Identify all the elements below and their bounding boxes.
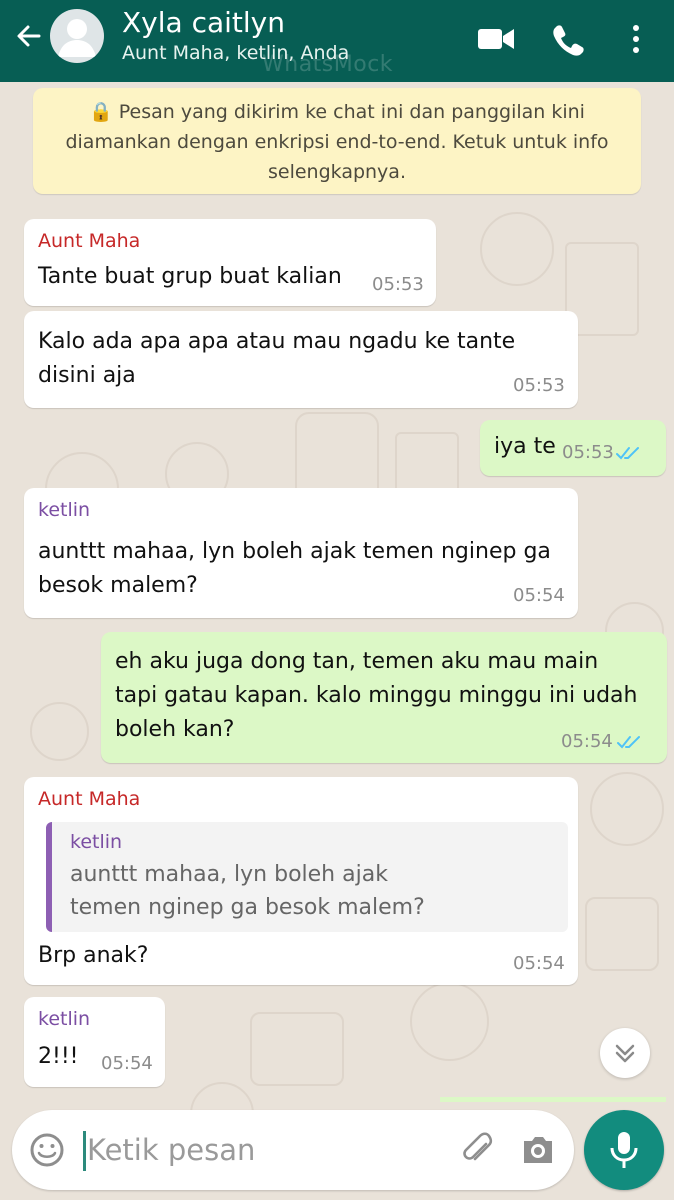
message-text: Tante buat grup buat kalian [38, 264, 342, 289]
message-time: 05:54 [101, 1053, 153, 1074]
message-time: 05:54 [513, 953, 565, 974]
quoted-text: aunttt mahaa, lyn boleh ajak temen ngine… [70, 862, 425, 920]
camera-icon[interactable] [518, 1131, 558, 1169]
quoted-message[interactable]: ketlin aunttt mahaa, lyn boleh ajak teme… [46, 822, 568, 932]
chevron-down-icon [615, 1044, 635, 1063]
more-icon[interactable] [618, 21, 654, 57]
message-input[interactable]: Ketik pesan [87, 1130, 255, 1170]
message-time: 05:53 [513, 375, 565, 396]
sender-name: Aunt Maha [38, 788, 141, 810]
mic-icon [610, 1132, 638, 1168]
message-text: eh aku juga dong tan, temen aku mau main… [115, 649, 638, 742]
message-time: 05:54 [513, 585, 565, 606]
sender-name: Aunt Maha [38, 230, 141, 252]
message-text: iya te [494, 434, 556, 459]
phone-icon[interactable] [548, 21, 588, 57]
message-text: 2!!! [38, 1044, 79, 1069]
avatar[interactable] [50, 9, 104, 63]
encryption-notice[interactable]: 🔒 Pesan yang dikirim ke chat ini dan pan… [33, 88, 641, 194]
text-caret [83, 1131, 86, 1171]
scroll-down-button[interactable] [600, 1028, 650, 1078]
message-time: 05:53 [372, 274, 424, 295]
watermark: WhatsMock [262, 52, 394, 77]
read-ticks-icon [616, 447, 639, 460]
message-text: aunttt mahaa, lyn boleh ajak temen ngine… [38, 539, 551, 598]
message-text: Kalo ada apa apa atau mau ngadu ke tante… [38, 329, 516, 388]
message-time: 05:54 [561, 731, 613, 752]
notice-text: 🔒 Pesan yang dikirim ke chat ini dan pan… [65, 101, 609, 183]
back-arrow-icon[interactable] [12, 20, 44, 52]
message-composer[interactable]: Ketik pesan [12, 1110, 574, 1190]
chat-header: Xyla caitlyn Aunt Maha, ketlin, Anda Wha… [0, 0, 674, 82]
emoji-icon[interactable] [29, 1132, 65, 1168]
sender-name: ketlin [38, 499, 91, 521]
chat-title[interactable]: Xyla caitlyn [122, 6, 285, 40]
next-message-edge [440, 1097, 666, 1102]
read-ticks-icon [617, 736, 640, 749]
message-time: 05:53 [562, 442, 614, 463]
message-bubble[interactable]: Kalo ada apa apa atau mau ngadu ke tante… [24, 311, 578, 408]
attach-icon[interactable] [458, 1130, 498, 1170]
message-bubble[interactable]: ketlin aunttt mahaa, lyn boleh ajak teme… [24, 488, 578, 618]
message-bubble[interactable]: Aunt Maha Tante buat grup buat kalian 05… [24, 219, 436, 306]
message-text: Brp anak? [38, 943, 149, 968]
message-bubble-outgoing[interactable]: eh aku juga dong tan, temen aku mau main… [101, 632, 667, 763]
sender-name: ketlin [38, 1008, 91, 1030]
message-bubble[interactable]: ketlin 2!!! 05:54 [24, 997, 165, 1087]
voice-message-button[interactable] [584, 1110, 664, 1190]
quoted-sender: ketlin [70, 831, 123, 853]
avatar-icon [58, 19, 96, 57]
message-bubble-outgoing[interactable]: iya te 05:53 [480, 420, 666, 476]
video-call-icon[interactable] [476, 21, 516, 57]
message-bubble[interactable]: Aunt Maha ketlin aunttt mahaa, lyn boleh… [24, 777, 578, 985]
